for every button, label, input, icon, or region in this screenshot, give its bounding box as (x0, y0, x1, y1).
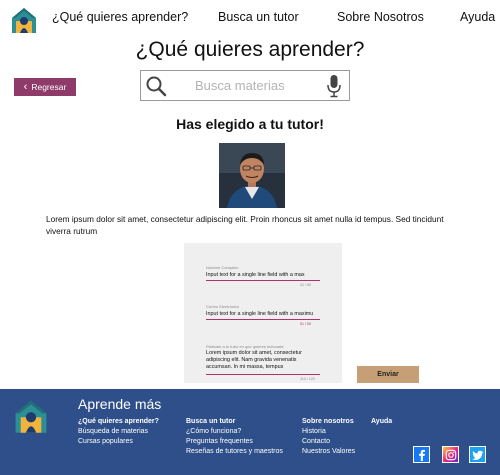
field-label-correo: Correo Electrónico (206, 304, 240, 309)
footer-column-nosotros: Sobre nosotros Historia Contacto Nuestro… (302, 417, 355, 457)
home-logo-icon[interactable] (11, 6, 37, 34)
footer-column-tutor: Busca un tutor ¿Cómo funciona? Preguntas… (186, 417, 283, 457)
footer-heading[interactable]: Ayuda (371, 417, 392, 427)
page-title: ¿Qué quieres aprender? (135, 38, 365, 61)
focus-textarea[interactable]: Lorem ipsum dolor sit amet, consectetur … (206, 350, 322, 372)
contact-form: Nombre Completo Input text for a single … (184, 243, 342, 383)
footer-column-ayuda: Ayuda (371, 417, 392, 427)
top-navigation: ¿Qué quieres aprender? Busca un tutor So… (0, 0, 500, 38)
tutor-photo (219, 143, 285, 208)
back-button[interactable]: ‹ Regresar (14, 78, 76, 96)
footer-link[interactable]: Historia (302, 427, 355, 437)
back-button-label: Regresar (31, 82, 67, 92)
footer-link[interactable]: Reseñas de tutores y maestros (186, 447, 283, 457)
field-underline (206, 280, 320, 281)
footer: Aprende más ¿Qué quieres aprender? Búsqu… (0, 389, 500, 475)
footer-link[interactable]: Preguntas frequentes (186, 437, 283, 447)
facebook-icon[interactable] (413, 446, 430, 463)
field-counter: 51 / 50 (300, 322, 311, 326)
nav-item-ayuda[interactable]: Ayuda (460, 10, 495, 24)
search-bar[interactable]: Busca materias (140, 70, 350, 101)
footer-title: Aprende más (78, 396, 162, 412)
field-counter: 110 / 120 (300, 377, 315, 381)
footer-column-aprender: ¿Qué quieres aprender? Búsqueda de mater… (78, 417, 159, 447)
nav-item-sobre-nosotros[interactable]: Sobre Nosotros (337, 10, 424, 24)
instagram-icon[interactable] (442, 446, 459, 463)
search-input[interactable]: Busca materias (195, 78, 285, 93)
field-label-enfoque: Platícale a tu tutor en que quieres enfo… (206, 344, 284, 349)
footer-link[interactable]: ¿Cómo funciona? (186, 427, 283, 437)
chosen-tutor-heading: Has elegido a tu tutor! (176, 116, 324, 132)
field-underline (206, 319, 320, 320)
field-counter: 31 / 50 (300, 283, 311, 287)
field-label-nombre: Nombre Completo (206, 265, 239, 270)
email-field[interactable]: Input text for a single line field with … (206, 311, 318, 317)
footer-heading[interactable]: Sobre nosotros (302, 417, 355, 427)
footer-logo-icon[interactable] (14, 398, 48, 434)
twitter-icon[interactable] (469, 446, 486, 463)
chevron-left-icon: ‹ (23, 80, 28, 93)
search-icon[interactable] (145, 75, 167, 97)
footer-heading[interactable]: Busca un tutor (186, 417, 283, 427)
name-field[interactable]: Input text for a single line field with … (206, 272, 318, 278)
send-button[interactable]: Enviar (357, 366, 419, 383)
microphone-icon[interactable] (327, 74, 341, 98)
footer-heading[interactable]: ¿Qué quieres aprender? (78, 417, 159, 427)
tutor-description: Lorem ipsum dolor sit amet, consectetur … (46, 214, 444, 236)
footer-link[interactable]: Contacto (302, 437, 355, 447)
field-underline (206, 374, 320, 375)
footer-link[interactable]: Cursas populares (78, 437, 159, 447)
nav-item-que-quieres-aprender[interactable]: ¿Qué quieres aprender? (52, 10, 188, 24)
footer-link[interactable]: Búsqueda de materias (78, 427, 159, 437)
nav-item-busca-un-tutor[interactable]: Busca un tutor (218, 10, 299, 24)
footer-link[interactable]: Nuestros Valores (302, 447, 355, 457)
